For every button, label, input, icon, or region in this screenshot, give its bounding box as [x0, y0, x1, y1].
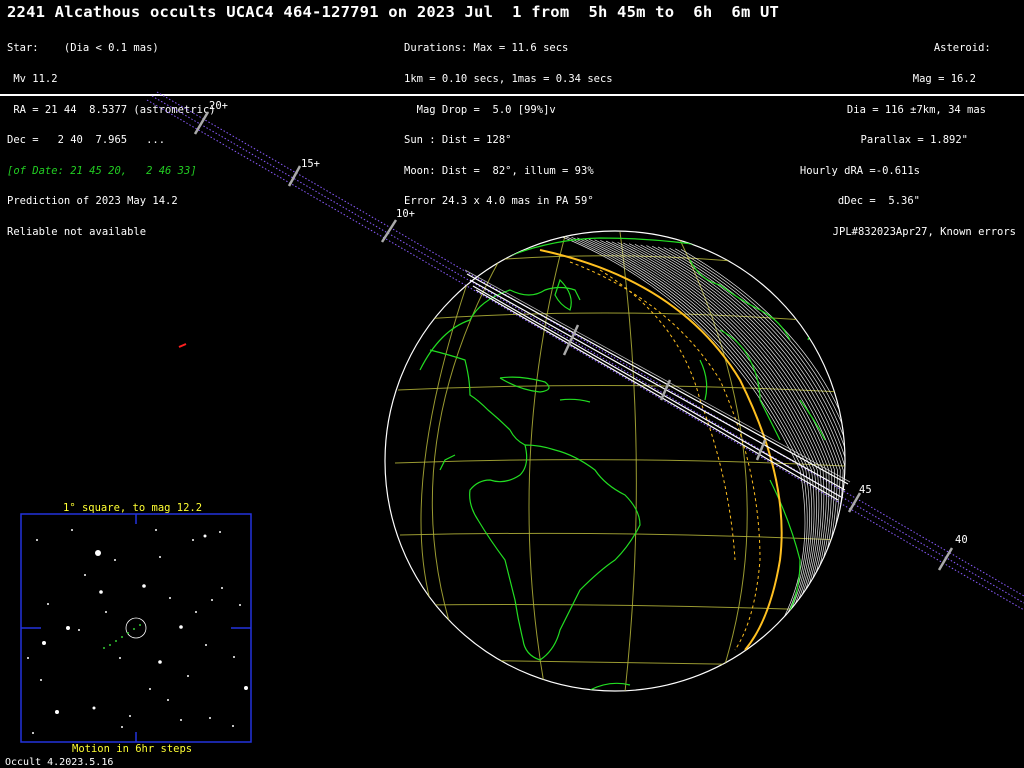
field-star: [99, 590, 103, 594]
limb-band: [623, 242, 833, 656]
software-version: Occult 4.2023.5.16: [5, 757, 114, 768]
limb-band: [680, 249, 845, 656]
field-star: [66, 626, 70, 630]
field-star: [95, 550, 101, 556]
field-star: [203, 534, 207, 538]
field-star: [40, 679, 42, 681]
field-star: [71, 529, 73, 531]
field-star: [232, 725, 234, 727]
field-star: [78, 629, 80, 631]
field-star: [149, 688, 151, 690]
field-star: [233, 656, 235, 658]
field-star: [169, 597, 171, 599]
field-star: [180, 719, 182, 721]
field-star: [158, 660, 162, 664]
field-star: [209, 717, 211, 719]
occultation-centerline: [464, 269, 851, 483]
limb-band: [577, 237, 813, 656]
field-star: [221, 587, 223, 589]
field-star: [205, 644, 207, 646]
track-label-15: 15+: [301, 158, 320, 170]
track-label-20: 20+: [209, 100, 228, 112]
star-chart-inset: [20, 513, 252, 743]
field-star: [55, 710, 59, 714]
limb-band: [605, 240, 825, 656]
field-star: [84, 574, 86, 576]
field-star: [244, 686, 248, 690]
limb-band: [559, 235, 806, 656]
field-star: [179, 625, 183, 629]
field-star: [167, 699, 169, 701]
field-star: [192, 539, 194, 541]
track-label-40: 40: [955, 534, 968, 546]
limb-band: [675, 248, 845, 656]
field-star: [129, 715, 131, 717]
field-star: [211, 599, 213, 601]
field-star: [114, 559, 116, 561]
shadow-limb-bands: [559, 235, 845, 656]
field-star: [42, 641, 46, 645]
field-star: [105, 611, 107, 613]
field-star: [121, 726, 123, 728]
field-star: [219, 531, 221, 533]
field-star: [159, 556, 161, 558]
track-label-10: 10+: [396, 208, 415, 220]
inset-caption: Motion in 6hr steps: [72, 743, 193, 755]
field-star: [142, 584, 146, 588]
field-star: [92, 706, 96, 710]
field-star: [27, 657, 29, 659]
occultation-map: 20+ 15+ 10+ 45 40: [20, 91, 1024, 743]
field-star: [36, 539, 38, 541]
track-label-45: 45: [859, 484, 872, 496]
shadow-edge-lines: [539, 249, 783, 651]
inset-title: 1° square, to mag 12.2: [63, 502, 203, 514]
coastlines: [419, 237, 826, 691]
field-star: [187, 675, 189, 677]
field-star: [119, 657, 121, 659]
field-star: [47, 603, 49, 605]
field-star: [239, 604, 241, 606]
field-star: [155, 529, 157, 531]
field-star: [32, 732, 34, 734]
field-star: [195, 611, 197, 613]
limb-band: [565, 236, 808, 656]
red-marker: [178, 343, 187, 348]
